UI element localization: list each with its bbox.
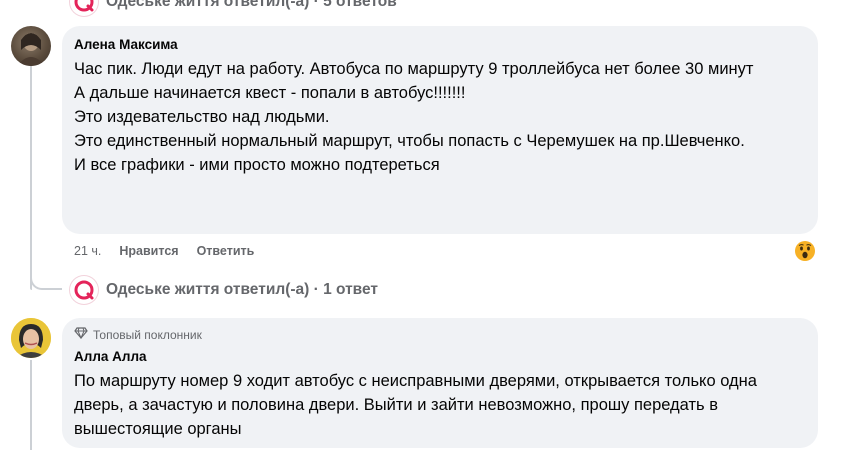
top-replies-text: Одеське життя ответил(-а) · 5 ответов	[106, 0, 397, 10]
top-replies-link[interactable]: Одеське життя ответил(-а) · 5 ответов	[70, 0, 397, 16]
like-button[interactable]: Нравится	[119, 244, 178, 258]
comment-line: Это единственный нормальный маршрут, что…	[74, 132, 745, 150]
odeske-zhyttia-logo-icon	[70, 0, 98, 16]
comment-line: Это издевательство над людьми.	[74, 108, 330, 126]
wow-emoji-icon[interactable]	[794, 240, 816, 262]
thread-curve	[30, 270, 62, 290]
comment-text: По маршруту номер 9 ходит автобус с неис…	[74, 372, 757, 438]
avatar[interactable]	[11, 26, 51, 66]
comment-text: Час пик. Люди едут на работу. Автобуса п…	[74, 57, 806, 177]
diamond-icon	[74, 326, 88, 344]
replies-text: Одеське життя ответил(-а) · 1 ответ	[106, 281, 378, 298]
thread-line	[30, 62, 32, 290]
comment-bubble: Алена Максима Час пик. Люди едут на рабо…	[62, 26, 818, 234]
replies-link[interactable]: Одеське життя ответил(-а) · 1 ответ	[70, 276, 378, 304]
comment-author[interactable]: Алена Максима	[74, 36, 806, 54]
comment-author[interactable]: Алла Алла	[74, 348, 806, 366]
comment-bubble: Топовый поклонник Алла Алла По маршруту …	[62, 318, 818, 448]
odeske-zhyttia-logo-icon	[70, 276, 98, 304]
top-fan-badge: Топовый поклонник	[74, 326, 806, 344]
comment-line: И все графики - ими просто можно подтере…	[74, 156, 440, 174]
top-fan-label: Топовый поклонник	[93, 328, 202, 342]
reply-button[interactable]: Ответить	[197, 244, 255, 258]
comment-line: А дальше начинается квест - попали в авт…	[74, 84, 466, 102]
comment-actions: 21 ч. Нравится Ответить	[74, 244, 254, 258]
comment-line: Час пик. Люди едут на работу. Автобуса п…	[74, 60, 754, 78]
comment-timestamp[interactable]: 21 ч.	[74, 244, 101, 258]
avatar[interactable]	[11, 318, 51, 358]
thread-line-bottom	[30, 360, 32, 450]
